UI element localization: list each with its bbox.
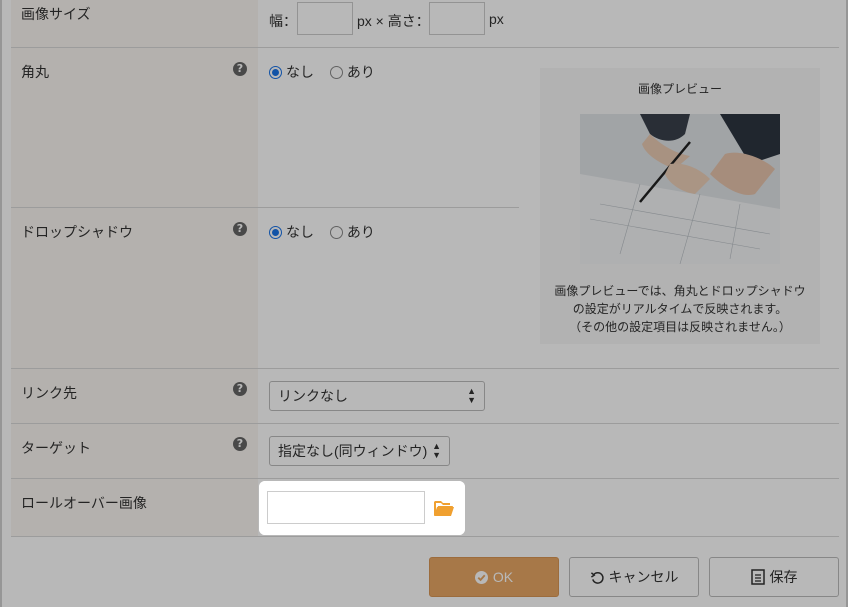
link-help-icon[interactable]: ? bbox=[233, 382, 247, 396]
drop-shadow-help-icon[interactable]: ? bbox=[233, 222, 247, 236]
divider bbox=[11, 368, 839, 369]
corner-none-label: なし bbox=[286, 64, 314, 80]
radio-checked-icon[interactable] bbox=[269, 65, 282, 79]
radio-checked-icon[interactable] bbox=[269, 225, 282, 239]
width-input[interactable] bbox=[297, 2, 353, 35]
preview-caption: 画像プレビューでは、角丸とドロップシャドウ の設定がリアルタイムで反映されます。… bbox=[540, 282, 820, 336]
corner-yes-label: あり bbox=[346, 64, 375, 80]
link-select-value: リンクなし bbox=[278, 388, 348, 404]
corner-yes-option[interactable]: あり bbox=[329, 62, 375, 82]
undo-icon bbox=[590, 571, 604, 584]
save-button[interactable]: 保存 bbox=[709, 557, 839, 597]
preview-caption-line: 画像プレビューでは、角丸とドロップシャドウ bbox=[554, 284, 806, 298]
target-label: ターゲット bbox=[21, 440, 91, 456]
rollover-image-field bbox=[259, 481, 465, 535]
preview-photo-icon bbox=[580, 114, 780, 264]
select-arrows-icon: ▲ ▼ bbox=[432, 441, 441, 460]
check-circle-icon bbox=[474, 570, 488, 584]
ok-button[interactable]: OK bbox=[429, 557, 559, 597]
height-unit: px bbox=[489, 11, 504, 27]
divider bbox=[11, 536, 839, 537]
save-button-label: 保存 bbox=[769, 569, 798, 585]
image-size-label: 画像サイズ bbox=[21, 6, 91, 22]
height-input[interactable] bbox=[429, 2, 485, 35]
shadow-yes-option[interactable]: あり bbox=[329, 222, 375, 242]
radio-icon[interactable] bbox=[329, 225, 343, 239]
link-label: リンク先 bbox=[21, 385, 77, 401]
corner-help-icon[interactable]: ? bbox=[233, 62, 247, 76]
preview-title: 画像プレビュー bbox=[637, 82, 722, 96]
link-select[interactable]: リンクなし ▲ ▼ bbox=[269, 381, 485, 411]
corner-radio-group: なし あり bbox=[269, 62, 387, 82]
image-preview-panel: 画像プレビュー 画像プレビューでは、角丸とドロップシャドウ の設定がリアルタイム… bbox=[540, 68, 820, 344]
preview-caption-line: の設定がリアルタイムで反映されます。 bbox=[572, 302, 788, 316]
shadow-yes-label: あり bbox=[346, 224, 375, 240]
height-label: px × 高さ： bbox=[357, 13, 430, 29]
rollover-image-input[interactable] bbox=[267, 491, 425, 524]
rollover-label: ロールオーバー画像 bbox=[21, 495, 147, 511]
preview-image bbox=[580, 114, 780, 264]
ok-button-label: OK bbox=[492, 569, 514, 585]
drop-shadow-label: ドロップシャドウ bbox=[21, 224, 133, 240]
target-help-icon[interactable]: ? bbox=[233, 437, 247, 451]
folder-open-icon[interactable] bbox=[433, 499, 455, 517]
shadow-none-label: なし bbox=[286, 224, 314, 240]
divider bbox=[11, 478, 839, 479]
divider bbox=[11, 207, 519, 208]
select-arrows-icon: ▲ ▼ bbox=[467, 386, 476, 405]
corner-none-option[interactable]: なし bbox=[269, 62, 314, 82]
divider bbox=[11, 423, 839, 424]
target-select[interactable]: 指定なし(同ウィンドウ) ▲ ▼ bbox=[269, 436, 450, 466]
preview-caption-line: （その他の設定項目は反映されません。） bbox=[569, 320, 791, 334]
drop-shadow-radio-group: なし あり bbox=[269, 222, 387, 242]
shadow-none-option[interactable]: なし bbox=[269, 222, 314, 242]
cancel-button[interactable]: キャンセル bbox=[569, 557, 699, 597]
corner-label: 角丸 bbox=[21, 64, 49, 80]
radio-icon[interactable] bbox=[329, 65, 343, 79]
divider bbox=[11, 47, 839, 48]
target-select-value: 指定なし(同ウィンドウ) bbox=[278, 443, 428, 459]
width-label: 幅： bbox=[269, 13, 297, 29]
cancel-button-label: キャンセル bbox=[608, 569, 679, 585]
document-icon bbox=[750, 569, 765, 585]
